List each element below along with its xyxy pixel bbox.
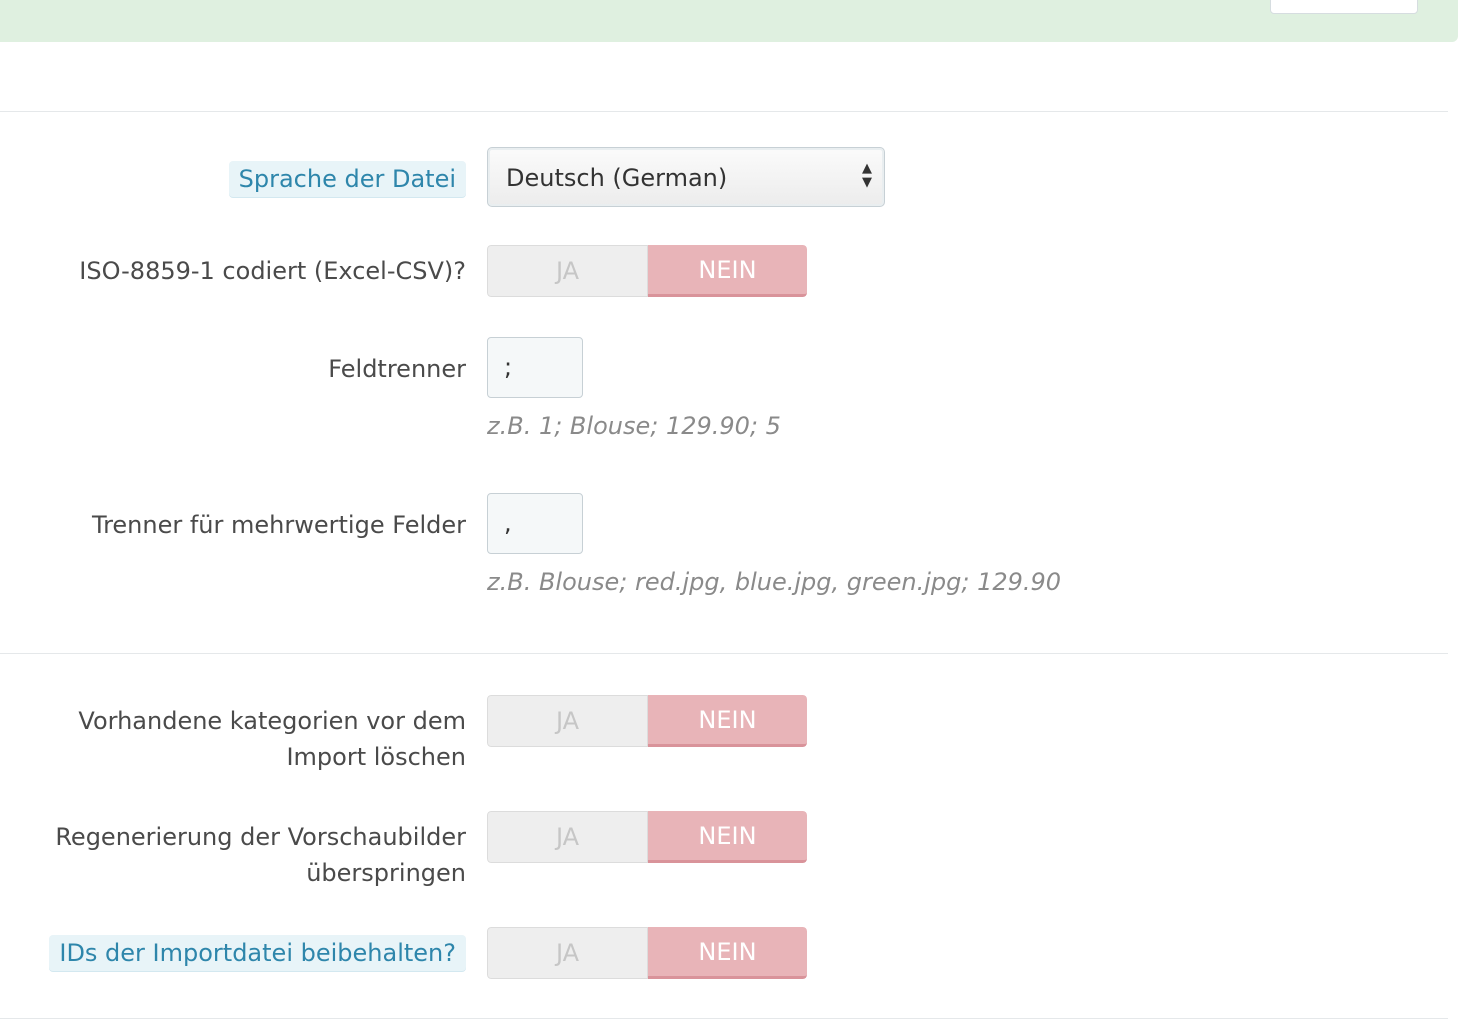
language-select[interactable]: Deutsch (German) ▲ ▼: [487, 147, 885, 207]
select-arrows-icon: ▲ ▼: [862, 161, 872, 190]
skip-thumbnails-label-line2: überspringen: [306, 859, 466, 887]
field-separator-input[interactable]: ;: [487, 337, 583, 398]
multi-value-separator-hint: z.B. Blouse; red.jpg, blue.jpg, green.jp…: [487, 568, 1062, 596]
multi-value-separator-input[interactable]: ,: [487, 493, 583, 554]
language-label[interactable]: Sprache der Datei: [228, 161, 466, 197]
iso-encoding-label: ISO-8859-1 codiert (Excel-CSV)?: [79, 257, 466, 285]
skip-thumbnails-no-option[interactable]: NEIN: [648, 811, 807, 863]
delete-categories-yes-option[interactable]: JA: [487, 695, 648, 747]
delete-categories-label-line1: Vorhandene kategorien vor dem: [78, 707, 466, 735]
skip-thumbnails-yes-option[interactable]: JA: [487, 811, 648, 863]
keep-ids-no-option[interactable]: NEIN: [648, 927, 807, 979]
iso-encoding-switch[interactable]: JA NEIN: [487, 245, 807, 297]
section-divider: [0, 1018, 1448, 1019]
language-select-value: Deutsch (German): [506, 164, 728, 192]
delete-categories-switch[interactable]: JA NEIN: [487, 695, 807, 747]
success-alert-bar: [0, 0, 1458, 42]
skip-thumbnails-switch[interactable]: JA NEIN: [487, 811, 807, 863]
field-separator-hint: z.B. 1; Blouse; 129.90; 5: [487, 412, 781, 440]
alert-action-button[interactable]: [1270, 0, 1418, 14]
section-divider: [0, 653, 1448, 654]
multi-value-separator-label: Trenner für mehrwertige Felder: [91, 511, 466, 539]
keep-ids-switch[interactable]: JA NEIN: [487, 927, 807, 979]
iso-encoding-no-option[interactable]: NEIN: [648, 245, 807, 297]
delete-categories-no-option[interactable]: NEIN: [648, 695, 807, 747]
iso-encoding-yes-option[interactable]: JA: [487, 245, 648, 297]
section-divider: [0, 111, 1448, 112]
delete-categories-label-line2: Import löschen: [286, 743, 466, 771]
field-separator-label: Feldtrenner: [328, 355, 466, 383]
keep-ids-label[interactable]: IDs der Importdatei beibehalten?: [49, 935, 466, 971]
keep-ids-yes-option[interactable]: JA: [487, 927, 648, 979]
skip-thumbnails-label-line1: Regenerierung der Vorschaubilder: [55, 823, 466, 851]
